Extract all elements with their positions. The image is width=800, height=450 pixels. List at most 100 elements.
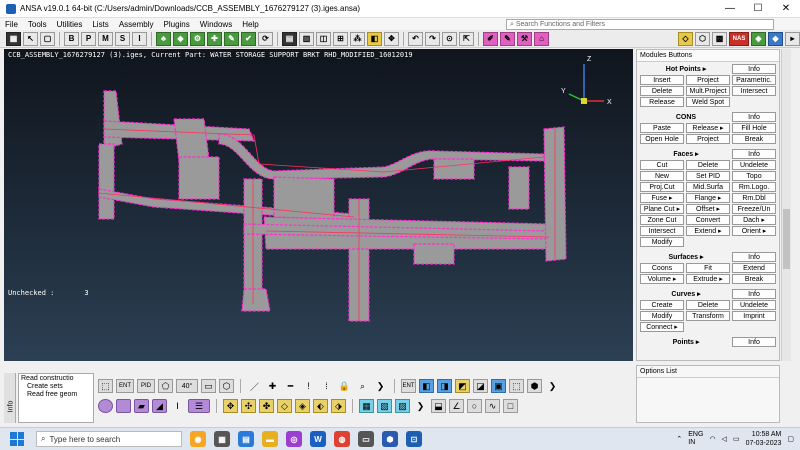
cube-icon[interactable]: ◧ xyxy=(367,31,382,46)
target-icon[interactable]: ⊙ xyxy=(442,31,457,46)
menu-file[interactable]: File xyxy=(0,20,23,29)
move-icon[interactable]: ✥ xyxy=(384,31,399,46)
fit-button[interactable]: Fit xyxy=(686,263,730,273)
brush-icon[interactable]: ✎ xyxy=(500,31,515,46)
volume-button[interactable]: Volume ▸ xyxy=(640,274,684,284)
cons-project-button[interactable]: Project xyxy=(686,134,730,144)
ent-filter-button[interactable]: ENT xyxy=(401,379,416,393)
menu-assembly[interactable]: Assembly xyxy=(114,20,159,29)
task-view-icon[interactable]: ◉ xyxy=(190,431,206,447)
coons-button[interactable]: Coons xyxy=(640,263,684,273)
menu-lists[interactable]: Lists xyxy=(87,20,113,29)
flange-button[interactable]: Flange ▸ xyxy=(686,193,730,203)
release-button[interactable]: Release xyxy=(640,97,684,107)
node-move-icon[interactable]: ✣ xyxy=(241,399,256,413)
ent-button[interactable]: ENT xyxy=(116,379,134,393)
box-select-icon[interactable]: ▢ xyxy=(40,31,55,46)
menu-help[interactable]: Help xyxy=(237,20,263,29)
redo-icon[interactable]: ↷ xyxy=(425,31,440,46)
surfaces-info-button[interactable]: Info xyxy=(732,252,776,262)
toolbar-s-button[interactable]: S xyxy=(115,31,130,46)
table-icon[interactable]: ▤ xyxy=(282,31,297,46)
curves-undelete-button[interactable]: Undelete xyxy=(732,300,776,310)
pentagon-icon[interactable]: ⬡ xyxy=(219,379,234,393)
scrollbar-thumb[interactable] xyxy=(783,209,790,269)
check-icon[interactable]: ✔ xyxy=(241,31,256,46)
lock-icon[interactable]: 🔒 xyxy=(337,379,352,393)
faces-delete-button[interactable]: Delete xyxy=(686,160,730,170)
water-storage-support-model[interactable] xyxy=(98,90,567,322)
fill-hole-button[interactable]: Fill Hole xyxy=(732,123,776,133)
more-icon[interactable]: ▸ xyxy=(785,31,800,46)
modify-button[interactable]: Modify xyxy=(640,237,684,247)
zone-cut-button[interactable]: Zone Cut xyxy=(640,215,684,225)
nastran-button[interactable]: NAS xyxy=(729,31,749,46)
language-indicator[interactable]: ENG IN xyxy=(688,431,703,447)
square-shape-icon[interactable]: □ xyxy=(503,399,518,413)
surface-cut-icon[interactable]: ⬖ xyxy=(313,399,328,413)
app-icon[interactable]: ⬢ xyxy=(382,431,398,447)
search-entities-icon[interactable]: ⌕ xyxy=(355,379,370,393)
curves-delete-button[interactable]: Delete xyxy=(686,300,730,310)
topo-button[interactable]: Topo xyxy=(732,171,776,181)
wrench-icon[interactable]: ✎ xyxy=(224,31,239,46)
solver-icon[interactable]: ◆ xyxy=(768,31,783,46)
surface-pick-icon[interactable]: ◈ xyxy=(295,399,310,413)
model-part[interactable] xyxy=(413,243,455,265)
polygon-select-icon[interactable]: ⬠ xyxy=(158,379,173,393)
cons-release-button[interactable]: Release ▸ xyxy=(686,123,730,133)
teams-icon[interactable]: ◎ xyxy=(286,431,302,447)
group-title-surfaces[interactable]: Surfaces ▸ xyxy=(640,253,732,261)
fuse-button[interactable]: Fuse ▸ xyxy=(640,193,684,203)
diamond-icon[interactable]: ◇ xyxy=(678,31,693,46)
dach-button[interactable]: Dach ▸ xyxy=(732,215,776,225)
tree-icon[interactable]: ♣ xyxy=(156,31,171,46)
toolbar-p-button[interactable]: P xyxy=(81,31,96,46)
terminal-icon[interactable]: ▭ xyxy=(358,431,374,447)
surface-merge-icon[interactable]: ⬗ xyxy=(331,399,346,413)
model-part[interactable] xyxy=(98,143,115,220)
layers-icon[interactable]: ▥ xyxy=(299,31,314,46)
offset-button[interactable]: Offset ▸ xyxy=(686,204,730,214)
connect-button[interactable]: Connect ▸ xyxy=(640,322,684,332)
bar-icon[interactable]: ☰ xyxy=(188,399,210,413)
curves-modify-button[interactable]: Modify xyxy=(640,311,684,321)
node-plus-icon[interactable]: ✥ xyxy=(223,399,238,413)
measure-icon[interactable]: ∠ xyxy=(449,399,464,413)
plane-cut-button[interactable]: Plane Cut ▸ xyxy=(640,204,684,214)
maximize-button[interactable]: ☐ xyxy=(744,0,772,18)
frame-icon[interactable]: ⊞ xyxy=(333,31,348,46)
chevron-up-icon[interactable]: ⌃ xyxy=(676,435,682,443)
rm-dbl-button[interactable]: Rm.Dbl xyxy=(732,193,776,203)
file-explorer-icon[interactable]: ▬ xyxy=(262,431,278,447)
model-part[interactable] xyxy=(433,158,475,180)
export-icon[interactable]: ◈ xyxy=(751,31,766,46)
project-button[interactable]: Project xyxy=(686,75,730,85)
group-title-hot-points[interactable]: Hot Points ▸ xyxy=(640,65,732,73)
proj-cut-button[interactable]: Proj.Cut xyxy=(640,182,684,192)
minus-icon[interactable]: ━ xyxy=(283,379,298,393)
wire-cube-icon[interactable]: ◨ xyxy=(437,379,452,393)
toolbar-i-button[interactable]: I xyxy=(132,31,147,46)
nodes-icon[interactable]: ⁂ xyxy=(350,31,365,46)
lasso-icon[interactable]: ⬚ xyxy=(98,379,113,393)
close-button[interactable]: ✕ xyxy=(772,0,800,18)
undo-icon[interactable]: ↶ xyxy=(408,31,423,46)
exclaim-minus-icon[interactable]: ! xyxy=(301,379,316,393)
solid-icon[interactable]: ▦ xyxy=(359,399,374,413)
open-hole-button[interactable]: Open Hole xyxy=(640,134,684,144)
group-title-curves[interactable]: Curves ▸ xyxy=(640,290,732,298)
node-rotate-icon[interactable]: ✤ xyxy=(259,399,274,413)
shade-cube-icon[interactable]: ◧ xyxy=(419,379,434,393)
pen-icon[interactable]: ✐ xyxy=(483,31,498,46)
gear-icon[interactable]: ⚙ xyxy=(190,31,205,46)
chip-icon[interactable]: ⬡ xyxy=(695,31,710,46)
new-button[interactable]: New xyxy=(640,171,684,181)
menu-windows[interactable]: Windows xyxy=(195,20,237,29)
tag-icon[interactable]: ⌂ xyxy=(534,31,549,46)
model-canvas[interactable]: Z X Y xyxy=(4,49,633,361)
model-part[interactable] xyxy=(103,90,123,150)
model-part[interactable] xyxy=(508,166,530,210)
search-functions-input[interactable]: ⌕ Search Functions and Filters xyxy=(506,19,774,30)
render-cube-icon[interactable]: ⬢ xyxy=(527,379,542,393)
